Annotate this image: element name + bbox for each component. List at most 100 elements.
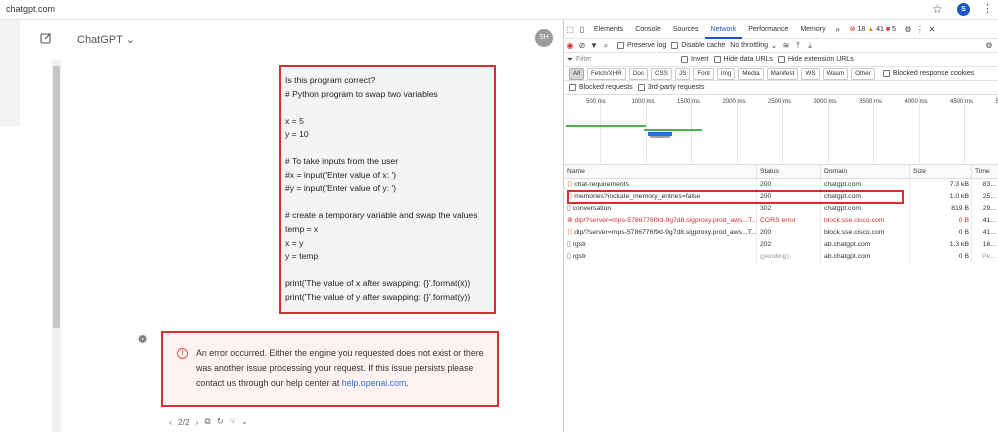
disable-cache-checkbox[interactable] [671, 42, 679, 49]
more-tabs-icon[interactable]: » [832, 25, 844, 34]
error-icon: ⊗ [567, 217, 575, 224]
timeline-tick: 4000 ms [904, 99, 928, 105]
type-filter-media[interactable]: Media [738, 67, 764, 80]
record-icon[interactable]: ◉ [564, 41, 576, 50]
cell-text: (pending) [760, 253, 789, 260]
cell-text: 29... [982, 205, 996, 212]
cell-domain: block.sse.cisco.com [821, 215, 910, 227]
timeline-tick: 3500 ms [859, 99, 883, 105]
type-filter-fetch-xhr[interactable]: Fetch/XHR [587, 67, 626, 80]
column-header-size[interactable]: Size [910, 165, 972, 178]
browser-menu-icon[interactable]: ⋮ [982, 2, 993, 15]
type-filter-css[interactable]: CSS [651, 67, 672, 80]
cell-size: 0 B [910, 251, 972, 263]
filter-input[interactable]: Filter [576, 56, 676, 63]
request-row[interactable]: ▯ rgstr 202 ab.chatgpt.com 1.3 kB 16... [564, 239, 998, 251]
wifi-icon[interactable]: ≋ [780, 41, 792, 50]
request-row[interactable]: ▯ rgstr (pending) ab.chatgpt.com 0 B Pe... [564, 251, 998, 263]
cell-size: 819 B [910, 203, 972, 215]
warning-count-icon: ▲ [867, 26, 875, 33]
timeline-gridline [918, 97, 920, 163]
gear-icon[interactable]: ⚙ [902, 25, 914, 34]
search-icon[interactable]: ⌕ [600, 41, 612, 51]
blocked-cookies-checkbox[interactable] [882, 70, 890, 77]
type-filter-img[interactable]: Img [716, 67, 736, 80]
tab-network[interactable]: Network [704, 20, 743, 39]
tab-console[interactable]: Console [629, 20, 667, 39]
scrollbar-thumb[interactable] [53, 66, 60, 328]
type-filter-other[interactable]: Other [851, 67, 875, 80]
tab-sources[interactable]: Sources [667, 20, 705, 39]
cell-text: CORS error [760, 217, 796, 224]
help-center-link[interactable]: help.openai.com [342, 378, 407, 388]
tab-elements[interactable]: Elements [588, 20, 629, 39]
timeline-tick: 500 ms [586, 99, 606, 105]
column-header-name[interactable]: Name [564, 165, 757, 178]
cell-text: 202 [760, 241, 772, 248]
regenerate-icon[interactable]: ↻ [217, 416, 224, 427]
close-icon[interactable]: ✕ [926, 25, 938, 34]
type-filter-all[interactable]: All [569, 67, 584, 80]
hide-extension-urls-checkbox[interactable] [777, 56, 785, 63]
invert-checkbox[interactable] [681, 56, 688, 63]
type-filter-doc[interactable]: Doc [628, 67, 648, 80]
browser-bar [0, 0, 998, 20]
cell-size: 0 B [910, 227, 972, 239]
third-party-checkbox[interactable] [637, 84, 645, 91]
request-row[interactable]: ⊗ dlp/?server=mps-5786776f9d-9g7d8.sigpr… [564, 215, 998, 227]
timeline-gridline [600, 97, 601, 163]
network-settings-icon[interactable]: ⚙ [983, 41, 995, 50]
cell-name: ▯ rgstr [564, 251, 757, 263]
column-header-status[interactable]: Status [757, 165, 821, 178]
timeline-tick: 4500 ms [950, 99, 974, 105]
type-filter-wasm[interactable]: Wasm [822, 67, 849, 80]
url-bar[interactable]: chatgpt.com [6, 4, 55, 14]
message-line: print('The value of x after swapping: {}… [285, 278, 471, 289]
download-icon[interactable]: ⤓ [804, 41, 816, 51]
filter-row: ⏷ Filter Invert Hide data URLs Hide exte… [564, 53, 998, 67]
column-header-time[interactable]: Time [972, 165, 998, 178]
tab-performance[interactable]: Performance [742, 20, 794, 39]
tab-memory[interactable]: Memory [794, 20, 831, 39]
clear-icon[interactable]: ⊘ [576, 41, 588, 50]
hide-data-urls-checkbox[interactable] [713, 56, 721, 63]
issue-counts[interactable]: ⊗ 18 ▲ 41 ■ 5 [850, 25, 896, 33]
bookmark-star-icon[interactable]: ☆ [932, 2, 943, 16]
cell-text: chatgpt.com [824, 181, 862, 188]
type-filter-font[interactable]: Font [693, 67, 714, 80]
cell-text: 25... [982, 193, 996, 200]
message-line: temp = x [285, 224, 319, 235]
thumbs-down-icon[interactable]: ☟ [230, 416, 235, 427]
timeline-tick: 2000 ms [722, 99, 746, 105]
cell-time: Pe... [972, 251, 998, 263]
preserve-log-checkbox[interactable] [617, 42, 624, 49]
warning-count: 41 [876, 26, 884, 33]
kebab-icon[interactable]: ⋮ [914, 25, 926, 34]
type-filter-ws[interactable]: WS [801, 67, 820, 80]
error-count-icon: ⊗ [849, 26, 856, 33]
type-filter-js[interactable]: JS [674, 67, 691, 80]
new-chat-icon[interactable] [40, 32, 52, 44]
inspect-icon[interactable]: ⬚ [564, 25, 576, 34]
cell-text: rgstr [572, 241, 587, 248]
network-timeline[interactable]: 500 ms 1000 ms 1500 ms 2000 ms 2500 ms 3000 m… [564, 95, 998, 165]
more-icon[interactable]: ⌄ [241, 416, 248, 427]
type-filter-manifest[interactable]: Manifest [766, 67, 799, 80]
copy-icon[interactable]: ⧉ [205, 416, 211, 427]
throttling-select[interactable]: No throttling [730, 42, 768, 49]
prev-icon[interactable]: ‹ [169, 417, 172, 427]
upload-icon[interactable]: ⤒ [792, 41, 804, 51]
request-row[interactable]: ⟨⟩ dlp/?server=mps-5786776f9d-9g7d8.sigp… [564, 227, 998, 239]
cell-text: 1.0 kB [949, 193, 969, 200]
blocked-requests-checkbox[interactable] [569, 84, 576, 91]
column-header-domain[interactable]: Domain [821, 165, 910, 178]
profile-avatar[interactable]: S [957, 3, 970, 16]
device-toggle-icon[interactable]: ▯ [576, 25, 588, 34]
request-row[interactable]: ▯ conversation 302 chatgpt.com 819 B 29... [564, 203, 998, 215]
cell-size: 1.0 kB [910, 191, 972, 203]
next-icon[interactable]: › [196, 417, 199, 427]
third-party-label: 3rd-party requests [647, 84, 705, 91]
hide-extension-urls-label: Hide extension URLs [787, 56, 854, 63]
model-selector[interactable]: ChatGPT ⌄ [77, 33, 135, 46]
filter-icon[interactable]: ▼ [588, 41, 600, 50]
